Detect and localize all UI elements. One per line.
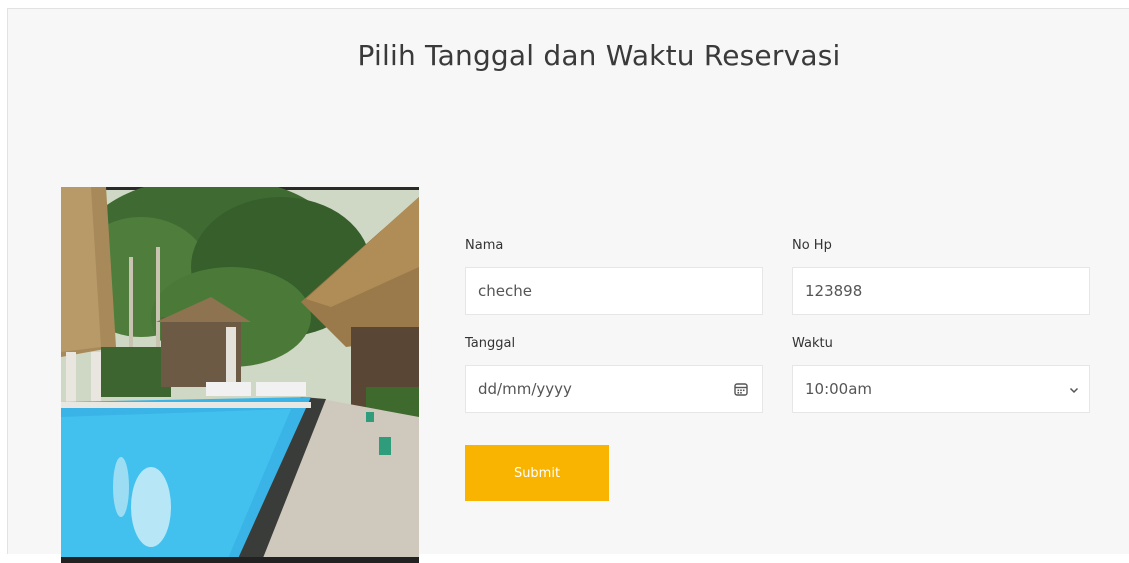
nama-label: Nama — [465, 238, 504, 253]
nohp-label: No Hp — [792, 238, 832, 253]
waktu-selected-value: 10:00am — [805, 380, 873, 398]
nama-field-group: Nama cheche — [465, 237, 763, 315]
nama-input[interactable]: cheche — [465, 267, 763, 315]
page-title: Pilih Tanggal dan Waktu Reservasi — [357, 39, 841, 72]
nohp-field-group: No Hp 123898 — [792, 237, 1090, 315]
reservation-page: Pilih Tanggal dan Waktu Reservasi Nama c… — [7, 8, 1129, 563]
tanggal-field-group: Tanggal dd/mm/yyyy — [465, 335, 763, 413]
submit-button[interactable]: Submit — [465, 445, 609, 501]
nohp-input[interactable]: 123898 — [792, 267, 1090, 315]
chevron-down-icon — [1069, 387, 1079, 394]
waktu-label: Waktu — [792, 336, 833, 351]
waktu-field-group: Waktu 10:00am — [792, 335, 1090, 413]
waktu-select[interactable]: 10:00am — [792, 365, 1090, 413]
tanggal-placeholder: dd/mm/yyyy — [478, 380, 572, 398]
calendar-icon[interactable] — [734, 382, 748, 396]
pool-photo — [61, 187, 419, 563]
tanggal-input[interactable]: dd/mm/yyyy — [465, 365, 763, 413]
tanggal-label: Tanggal — [465, 336, 516, 351]
